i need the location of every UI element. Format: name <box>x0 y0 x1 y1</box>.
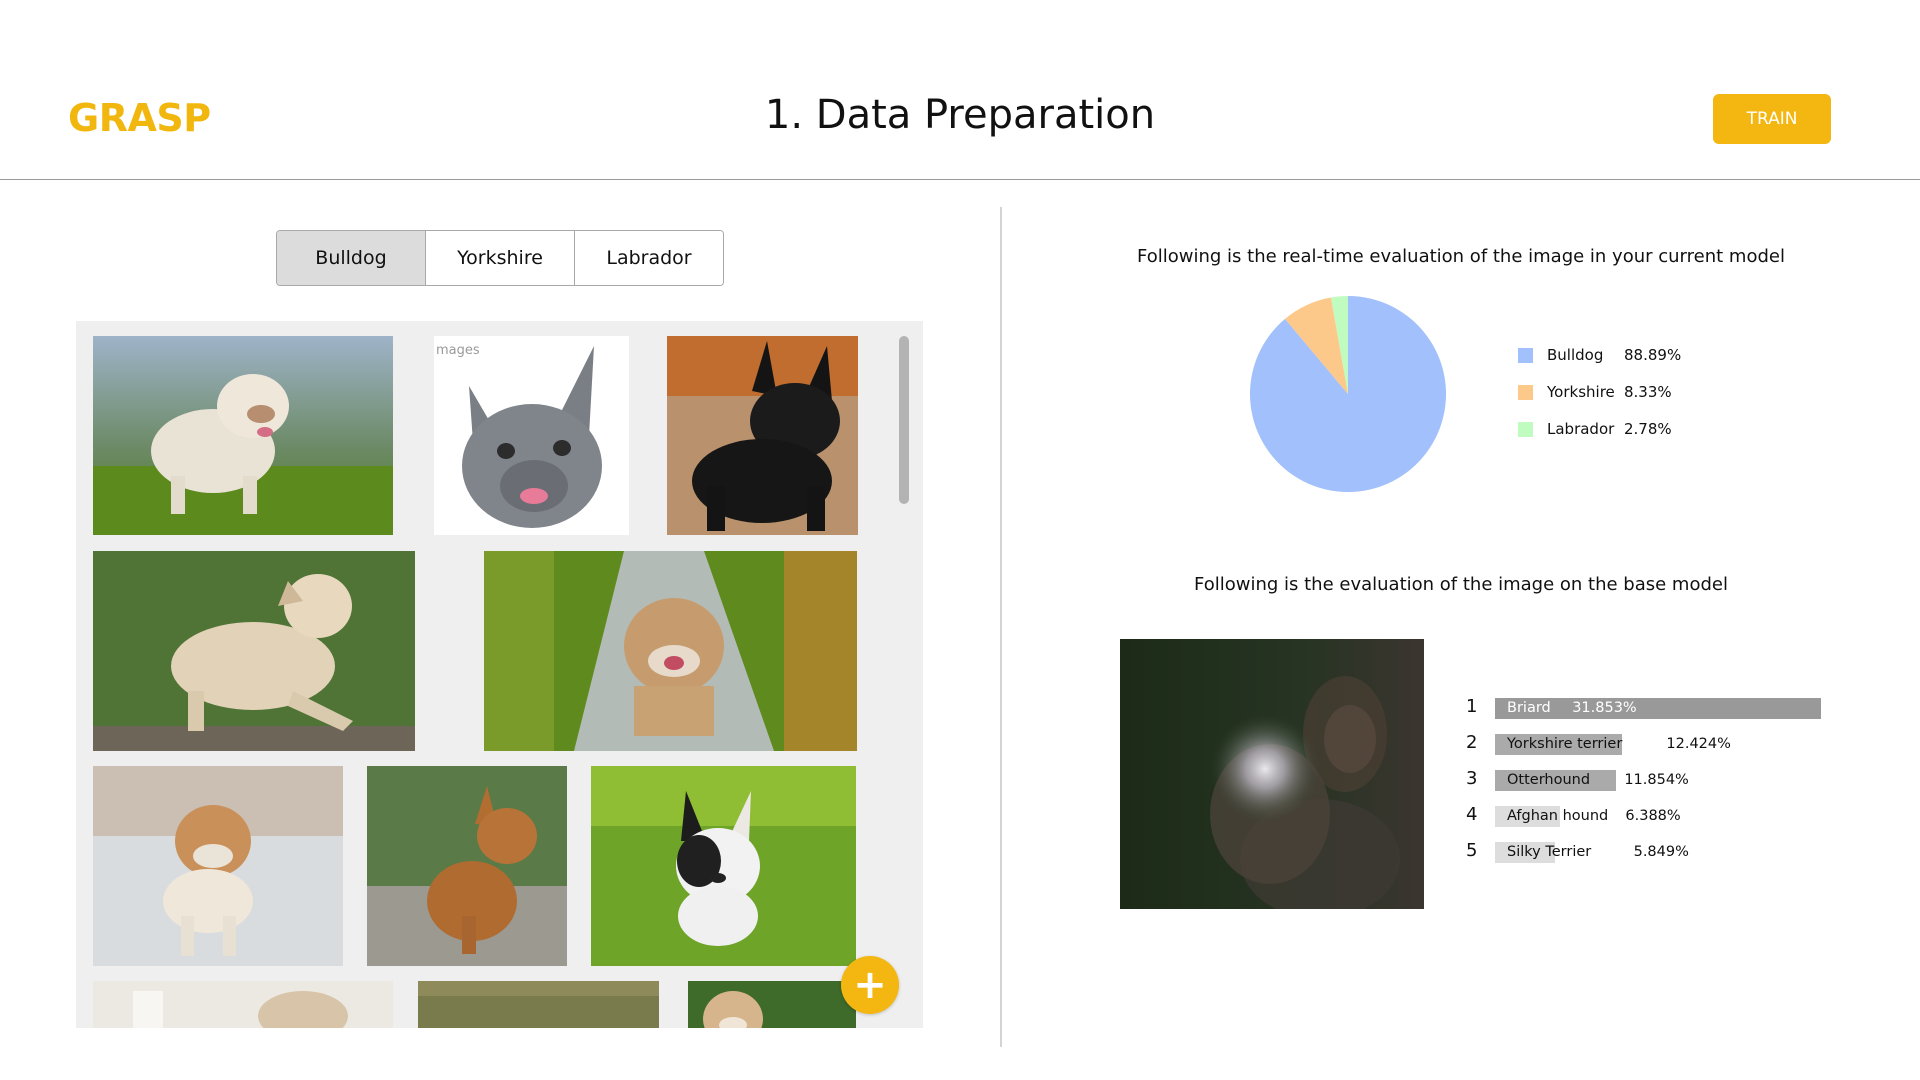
rank-number: 4 <box>1466 804 1478 825</box>
legend-swatch <box>1518 385 1533 400</box>
legend-percent: 8.33% <box>1624 383 1672 401</box>
rank-number: 1 <box>1466 696 1478 717</box>
legend-swatch <box>1518 422 1533 437</box>
header-divider <box>0 179 1920 180</box>
dog-photo-3[interactable] <box>667 336 858 535</box>
train-button[interactable]: TRAIN <box>1713 94 1831 144</box>
tab-labrador[interactable]: Labrador <box>575 231 723 285</box>
tab-bulldog[interactable]: Bulldog <box>277 231 426 285</box>
realtime-caption: Following is the real-time evaluation of… <box>1137 246 1785 267</box>
prediction-score: 31.853% <box>1572 700 1637 716</box>
saliency-heatmap-image <box>1120 639 1424 909</box>
dog-photo-2[interactable]: mages <box>434 336 629 535</box>
prediction-score: 11.854% <box>1624 772 1689 788</box>
legend-percent: 88.89% <box>1624 346 1682 364</box>
prediction-score: 5.849% <box>1633 844 1689 860</box>
prediction-label: Otterhound <box>1507 772 1591 788</box>
rank-number: 5 <box>1466 840 1478 861</box>
dog-photo-11[interactable] <box>688 981 856 1028</box>
legend-percent: 2.78% <box>1624 420 1672 438</box>
panel-divider <box>1000 207 1002 1047</box>
rank-number: 3 <box>1466 768 1478 789</box>
tab-yorkshire[interactable]: Yorkshire <box>426 231 575 285</box>
rank-number: 2 <box>1466 732 1478 753</box>
dog-photo-8[interactable] <box>591 766 856 966</box>
dog-photo-7[interactable] <box>367 766 567 966</box>
legend-swatch <box>1518 348 1533 363</box>
legend-label: Bulldog <box>1547 346 1604 364</box>
page-title: 1. Data Preparation <box>764 92 1156 138</box>
gallery-scrollbar[interactable] <box>899 336 909 504</box>
add-image-button[interactable]: + <box>841 956 899 1014</box>
dog-photo-10[interactable] <box>418 981 659 1028</box>
prediction-score: 12.424% <box>1666 736 1731 752</box>
dog-photo-4[interactable] <box>93 551 415 751</box>
prediction-label: Briard <box>1507 700 1551 716</box>
dog-photo-5[interactable] <box>484 551 857 751</box>
class-tabs: Bulldog Yorkshire Labrador <box>276 230 724 286</box>
prediction-label: Afghan hound <box>1507 808 1609 824</box>
dog-photo-9[interactable] <box>93 981 393 1028</box>
dog-photo-6[interactable] <box>93 766 343 966</box>
realtime-pie-chart <box>1250 296 1446 492</box>
image-gallery[interactable]: mages <box>76 321 923 1028</box>
prediction-label: Silky Terrier <box>1507 844 1592 860</box>
svg-text:mages: mages <box>436 343 480 358</box>
base-caption: Following is the evaluation of the image… <box>1194 574 1728 595</box>
prediction-label: Yorkshire terrier <box>1507 736 1623 752</box>
legend-label: Yorkshire <box>1547 383 1615 401</box>
prediction-score: 6.388% <box>1625 808 1681 824</box>
legend-label: Labrador <box>1547 420 1615 438</box>
dog-photo-1[interactable] <box>93 336 393 535</box>
